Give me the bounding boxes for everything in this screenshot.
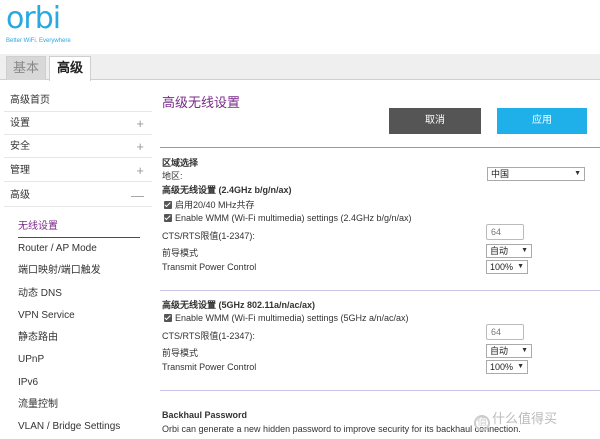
band5-heading: 高级无线设置 (5GHz 802.11a/n/ac/ax) xyxy=(162,300,316,310)
apply-button[interactable]: 应用 xyxy=(497,108,587,134)
power24-value: 100% xyxy=(490,262,514,272)
collapse-minus-icon[interactable]: — xyxy=(131,185,144,207)
watermark-logo-icon: 值 xyxy=(474,415,490,431)
power5-label: Transmit Power Control xyxy=(162,362,257,372)
chevron-down-icon: ▼ xyxy=(517,363,524,370)
preamble24-select[interactable]: 自动 ▼ xyxy=(486,244,532,258)
region-heading: 区域选择 xyxy=(162,158,199,168)
sidebar-item-label: 设置 xyxy=(10,118,30,129)
expand-plus-icon[interactable]: + xyxy=(136,113,144,135)
cts5-label: CTS/RTS限值(1-2347): xyxy=(162,331,255,341)
power5-select[interactable]: 100% ▼ xyxy=(486,360,528,374)
preamble5-value: 自动 xyxy=(490,346,509,356)
watermark: 值什么值得买 xyxy=(474,408,557,431)
subitem-ipv6[interactable]: IPv6 xyxy=(18,372,140,394)
region-select-value: 中国 xyxy=(491,169,510,179)
subitem-router-ap-mode[interactable]: Router / AP Mode xyxy=(18,238,140,260)
expand-plus-icon[interactable]: + xyxy=(136,136,144,158)
band24-heading: 高级无线设置 (2.4GHz b/g/n/ax) xyxy=(162,185,292,195)
brand-tagline: Better WiFi. Everywhere xyxy=(6,38,71,44)
sidebar-item-advanced[interactable]: 高级 — xyxy=(4,185,152,207)
subitem-traffic-control[interactable]: 流量控制 xyxy=(18,394,140,416)
header: orbi Better WiFi. Everywhere xyxy=(0,0,600,54)
chevron-down-icon: ▼ xyxy=(521,347,528,354)
orbi-logo[interactable]: orbi xyxy=(6,2,61,36)
preamble24-value: 自动 xyxy=(490,246,509,256)
cts24-input[interactable]: 64 xyxy=(486,224,524,240)
tab-advanced[interactable]: 高级 xyxy=(49,56,91,81)
checkbox-checked-icon[interactable] xyxy=(164,201,172,209)
subitem-wireless-settings[interactable]: 无线设置 xyxy=(18,216,140,238)
sidebar-item-label: 高级 xyxy=(10,190,30,201)
preamble5-label: 前导模式 xyxy=(162,348,199,358)
wmm5-checkbox-row[interactable]: Enable WMM (Wi-Fi multimedia) settings (… xyxy=(164,313,409,323)
cts24-label: CTS/RTS限值(1-2347): xyxy=(162,231,255,241)
coexist-checkbox-row[interactable]: 启用20/40 MHz共存 xyxy=(164,198,255,211)
section-divider xyxy=(160,147,600,148)
cancel-button[interactable]: 取消 xyxy=(389,108,481,134)
chevron-down-icon: ▼ xyxy=(574,170,581,177)
page-title: 高级无线设置 xyxy=(162,95,241,110)
subitem-static-routes[interactable]: 静态路由 xyxy=(18,327,140,349)
power5-value: 100% xyxy=(490,362,514,372)
subitem-port-forwarding[interactable]: 端口映射/端口触发 xyxy=(18,260,140,282)
chevron-down-icon: ▼ xyxy=(517,263,524,270)
chevron-down-icon: ▼ xyxy=(521,247,528,254)
section-divider xyxy=(160,290,600,291)
sidebar: 高级首页 设置 + 安全 + 管理 + 高级 — 无线设置 Router / A… xyxy=(0,88,152,439)
sidebar-item-label: 高级首页 xyxy=(10,95,50,106)
wmm24-label: Enable WMM (Wi-Fi multimedia) settings (… xyxy=(175,213,412,223)
wmm5-label: Enable WMM (Wi-Fi multimedia) settings (… xyxy=(175,313,409,323)
section-divider xyxy=(160,390,600,391)
power24-select[interactable]: 100% ▼ xyxy=(486,260,528,274)
cts5-input[interactable]: 64 xyxy=(486,324,524,340)
backhaul-description: Orbi can generate a new hidden password … xyxy=(162,424,521,434)
checkbox-checked-icon[interactable] xyxy=(164,214,172,222)
sidebar-item-management[interactable]: 管理 + xyxy=(4,160,152,182)
sidebar-item-advanced-home[interactable]: 高级首页 xyxy=(4,90,152,112)
sidebar-item-security[interactable]: 安全 + xyxy=(4,136,152,158)
backhaul-heading: Backhaul Password xyxy=(162,410,248,420)
subitem-vlan-bridge[interactable]: VLAN / Bridge Settings xyxy=(18,416,140,438)
main-content: 高级无线设置 取消 应用 区域选择 地区: 中国 ▼ 高级无线设置 (2.4GH… xyxy=(160,80,600,439)
checkbox-checked-icon[interactable] xyxy=(164,314,172,322)
preamble24-label: 前导模式 xyxy=(162,248,199,258)
subitem-vpn-service[interactable]: VPN Service xyxy=(18,305,140,327)
sidebar-item-setup[interactable]: 设置 + xyxy=(4,113,152,135)
wmm24-checkbox-row[interactable]: Enable WMM (Wi-Fi multimedia) settings (… xyxy=(164,213,412,223)
region-label: 地区: xyxy=(162,171,183,181)
preamble5-select[interactable]: 自动 ▼ xyxy=(486,344,532,358)
expand-plus-icon[interactable]: + xyxy=(136,160,144,182)
top-tab-bar: 基本 高级 xyxy=(0,54,600,81)
region-select[interactable]: 中国 ▼ xyxy=(487,167,585,181)
power24-label: Transmit Power Control xyxy=(162,262,257,272)
subitem-dynamic-dns[interactable]: 动态 DNS xyxy=(18,283,140,305)
subitem-upnp[interactable]: UPnP xyxy=(18,349,140,371)
watermark-text: 什么值得买 xyxy=(492,411,558,426)
tab-basic[interactable]: 基本 xyxy=(6,56,46,80)
coexist-label: 启用20/40 MHz共存 xyxy=(175,200,255,210)
sidebar-item-label: 管理 xyxy=(10,165,30,176)
sidebar-item-label: 安全 xyxy=(10,141,30,152)
